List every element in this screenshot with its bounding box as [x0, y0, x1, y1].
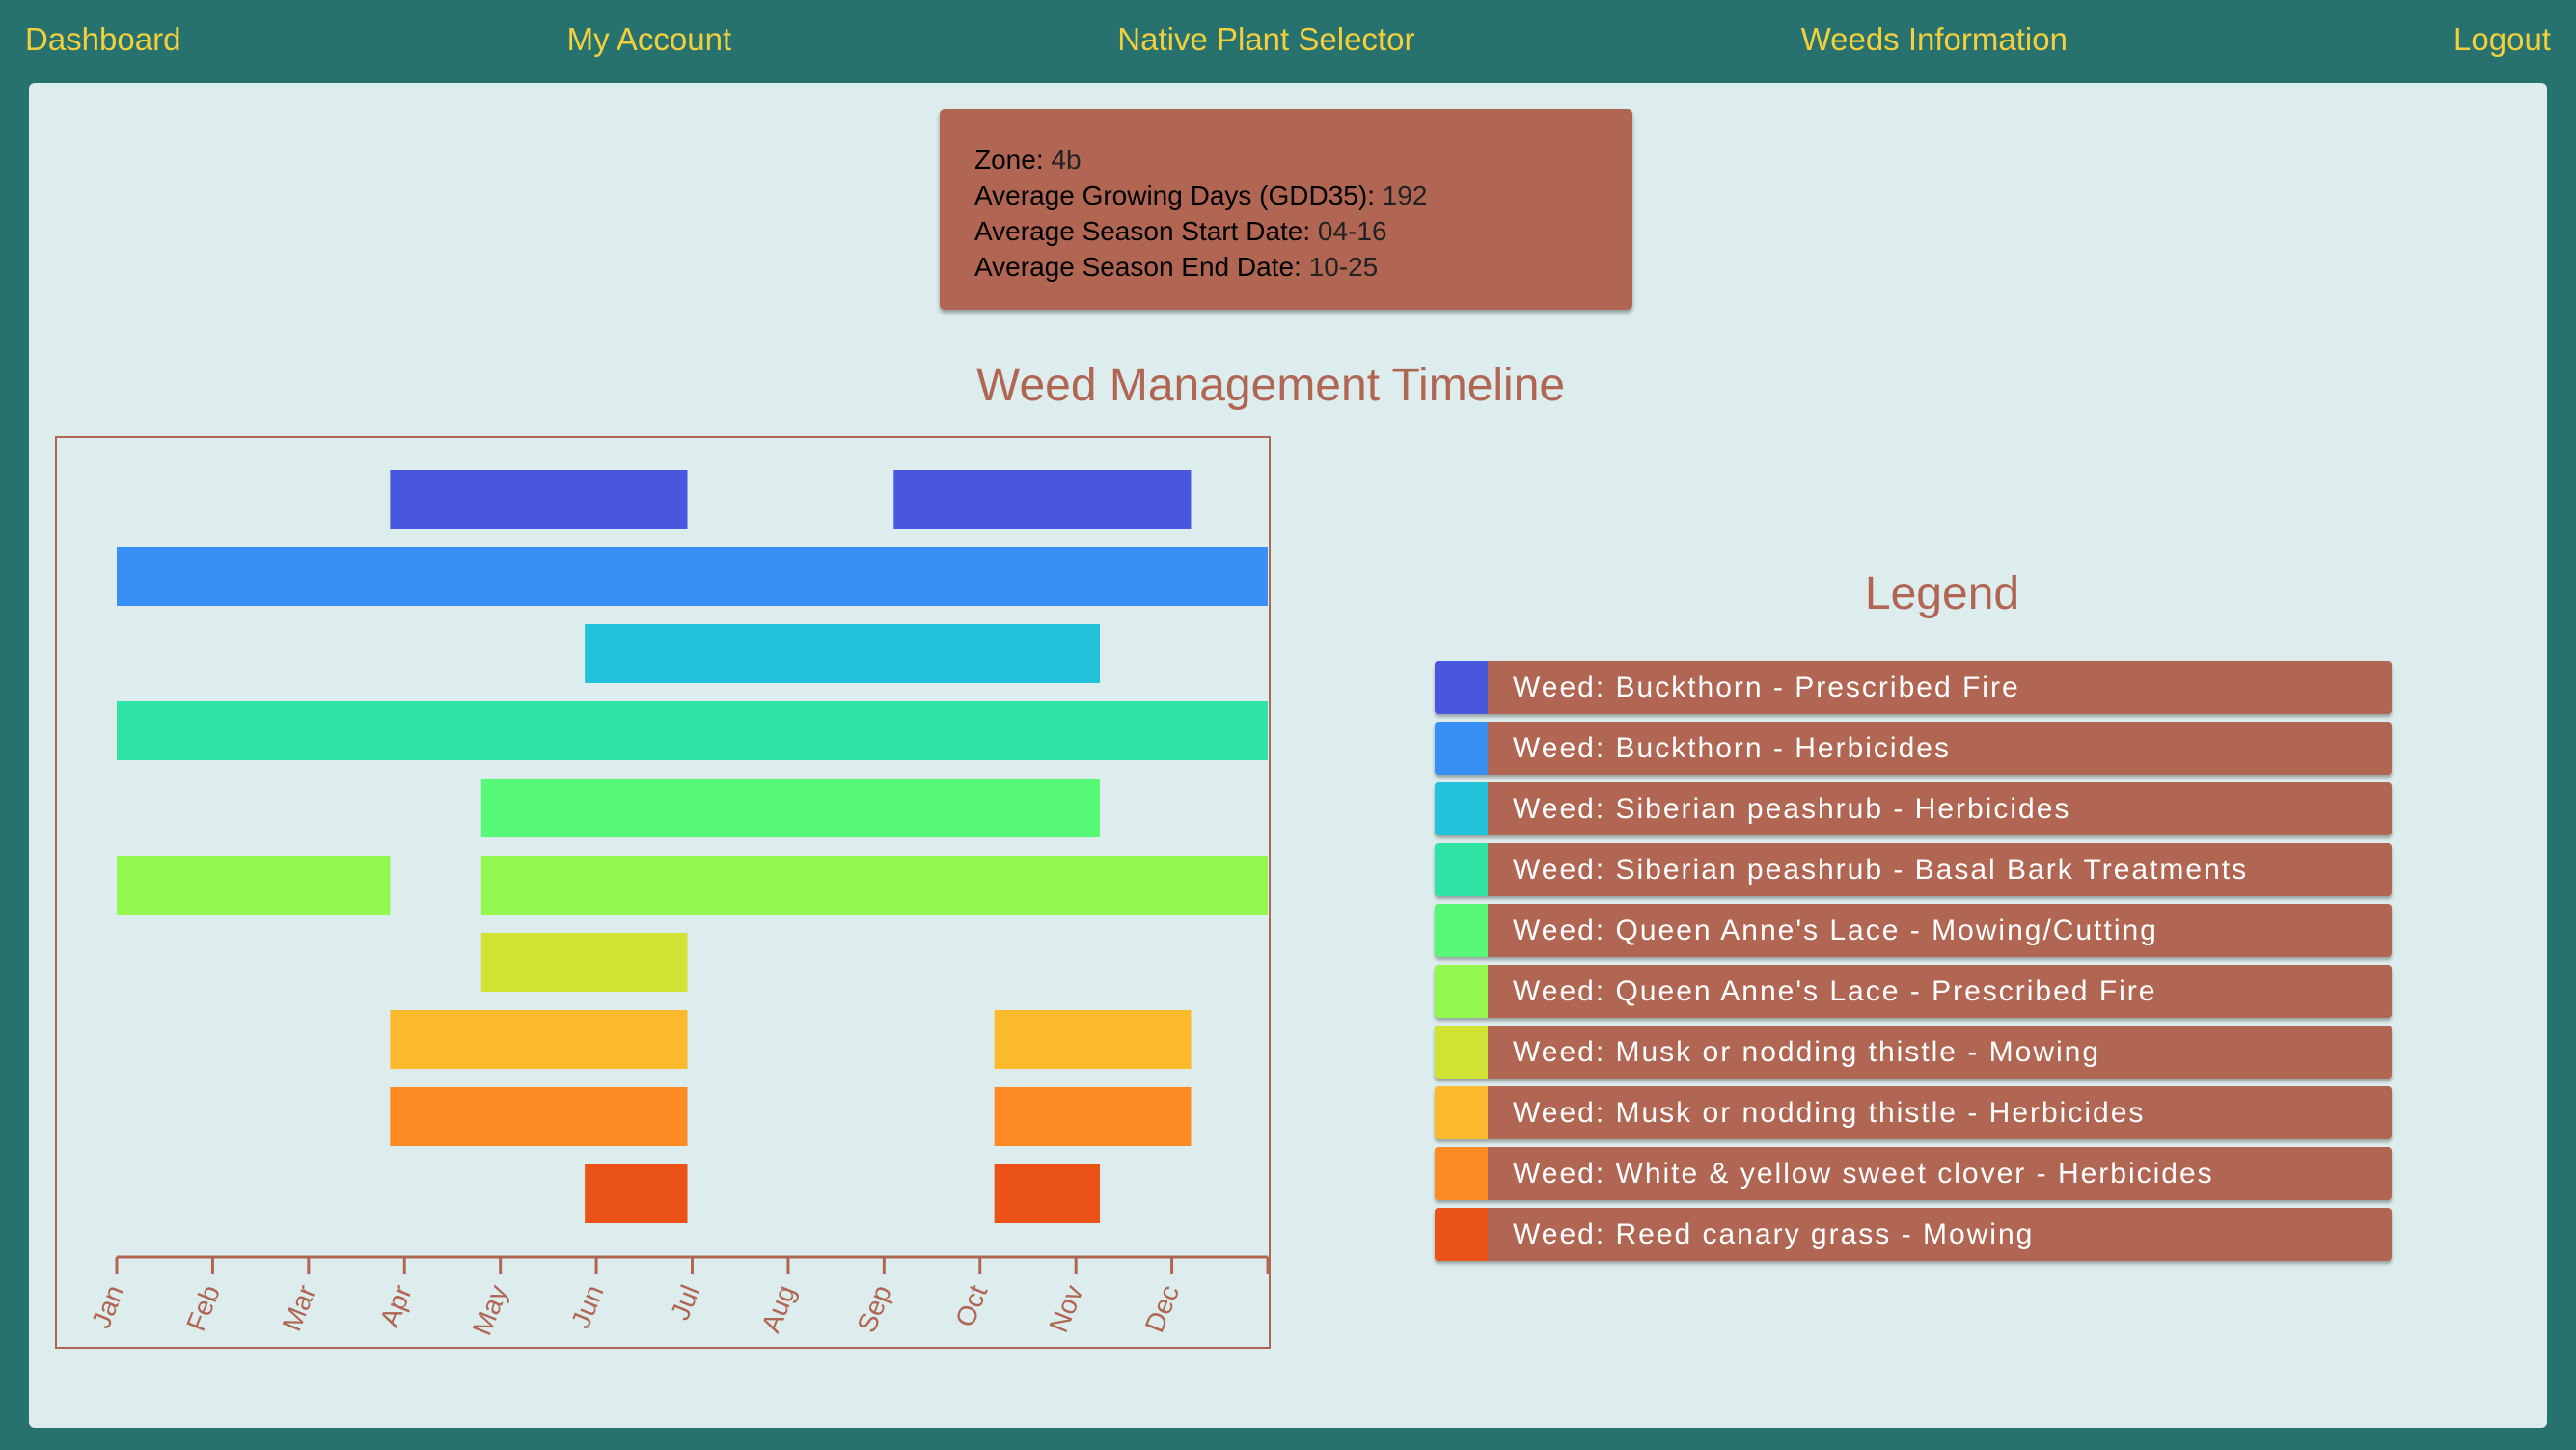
- x-tick-label: Jan: [86, 1281, 130, 1332]
- timeline-bar: [390, 1087, 688, 1146]
- legend-label: Weed: Musk or nodding thistle - Herbicid…: [1513, 1096, 2146, 1129]
- nav-dashboard[interactable]: Dashboard: [25, 21, 180, 58]
- chart-bars: [117, 470, 1268, 1223]
- nav-logout[interactable]: Logout: [2453, 21, 2551, 58]
- season-end-value: 10-25: [1308, 252, 1379, 282]
- x-tick-label: Dec: [1139, 1281, 1185, 1337]
- x-tick-label: Jul: [665, 1281, 705, 1325]
- season-start-value: 04-16: [1317, 216, 1387, 246]
- legend-swatch: [1435, 843, 1488, 896]
- x-tick-label: Aug: [755, 1281, 801, 1337]
- x-tick-label: Nov: [1043, 1281, 1088, 1337]
- legend-label: Weed: Buckthorn - Herbicides: [1513, 731, 1951, 764]
- zone-row: Zone: 4b: [974, 142, 1598, 178]
- x-tick-label: Feb: [180, 1281, 226, 1335]
- x-tick-label: Mar: [277, 1281, 322, 1335]
- timeline-bar: [480, 933, 688, 992]
- x-axis: Jan Feb Mar Apr May Jun Jul Aug Sep Oct Nov Dec: [86, 1255, 1270, 1340]
- timeline-bar: [893, 470, 1192, 529]
- gdd-row: Average Growing Days (GDD35): 192: [974, 178, 1598, 213]
- legend-title: Legend: [1864, 568, 2020, 619]
- nav-weeds-information[interactable]: Weeds Information: [1801, 21, 2068, 58]
- timeline-chart: Jan Feb Mar Apr May Jun Jul Aug Sep Oct Nov Dec: [55, 436, 1271, 1349]
- legend-swatch: [1435, 904, 1488, 957]
- legend-item[interactable]: Weed: White & yellow sweet clover - Herb…: [1435, 1147, 2392, 1200]
- timeline-bar: [117, 547, 1268, 606]
- legend-item[interactable]: Weed: Queen Anne's Lace - Mowing/Cutting: [1435, 904, 2392, 957]
- legend-swatch: [1435, 1026, 1488, 1079]
- timeline-bar: [994, 1010, 1192, 1069]
- timeline-bar: [994, 1087, 1192, 1146]
- x-tick-label: Sep: [851, 1281, 896, 1337]
- zone-value: 4b: [1051, 145, 1082, 175]
- timeline-bar: [585, 624, 1101, 683]
- x-tick-label: Apr: [374, 1281, 418, 1331]
- zone-info-card: Zone: 4b Average Growing Days (GDD35): 1…: [940, 109, 1632, 310]
- legend-item[interactable]: Weed: Buckthorn - Prescribed Fire: [1435, 661, 2392, 714]
- legend-item[interactable]: Weed: Buckthorn - Herbicides: [1435, 722, 2392, 775]
- season-end-label: Average Season End Date:: [974, 252, 1302, 282]
- x-tick-label: May: [467, 1281, 514, 1340]
- legend-swatch: [1435, 965, 1488, 1018]
- legend-item[interactable]: Weed: Musk or nodding thistle - Mowing: [1435, 1026, 2392, 1079]
- chart-title: Weed Management Timeline: [976, 360, 1566, 411]
- timeline-bar: [390, 470, 688, 529]
- legend-swatch: [1435, 1086, 1488, 1139]
- legend-swatch: [1435, 782, 1488, 835]
- legend-label: Weed: Siberian peashrub - Basal Bark Tre…: [1513, 853, 2249, 886]
- timeline-bar: [585, 1164, 688, 1223]
- legend-list: Weed: Buckthorn - Prescribed Fire Weed: B…: [1435, 661, 2392, 1269]
- gdd-value: 192: [1382, 180, 1428, 210]
- legend-swatch: [1435, 1147, 1488, 1200]
- timeline-bar: [480, 779, 1101, 837]
- legend-label: Weed: White & yellow sweet clover - Herb…: [1513, 1157, 2214, 1190]
- nav-my-account[interactable]: My Account: [567, 21, 732, 58]
- legend-label: Weed: Siberian peashrub - Herbicides: [1513, 792, 2071, 825]
- legend-item[interactable]: Weed: Siberian peashrub - Basal Bark Tre…: [1435, 843, 2392, 896]
- zone-label: Zone:: [974, 145, 1044, 175]
- legend-label: Weed: Queen Anne's Lace - Prescribed Fir…: [1513, 974, 2157, 1007]
- main-panel: Zone: 4b Average Growing Days (GDD35): 1…: [29, 83, 2547, 1428]
- season-start-row: Average Season Start Date: 04-16: [974, 213, 1598, 249]
- legend-label: Weed: Musk or nodding thistle - Mowing: [1513, 1035, 2101, 1068]
- gdd-label: Average Growing Days (GDD35):: [974, 180, 1375, 210]
- timeline-bar: [117, 701, 1268, 760]
- season-start-label: Average Season Start Date:: [974, 216, 1311, 246]
- nav-native-plant-selector[interactable]: Native Plant Selector: [1117, 21, 1414, 58]
- legend-swatch: [1435, 722, 1488, 775]
- legend-item[interactable]: Weed: Queen Anne's Lace - Prescribed Fir…: [1435, 965, 2392, 1018]
- legend-item[interactable]: Weed: Siberian peashrub - Herbicides: [1435, 782, 2392, 835]
- timeline-bar: [994, 1164, 1101, 1223]
- top-nav: Dashboard My Account Native Plant Select…: [0, 0, 2576, 79]
- x-tick-label: Jun: [565, 1281, 610, 1332]
- timeline-bar: [480, 856, 1268, 915]
- x-tick-label: Oct: [949, 1280, 993, 1330]
- legend-item[interactable]: Weed: Musk or nodding thistle - Herbicid…: [1435, 1086, 2392, 1139]
- legend-item[interactable]: Weed: Reed canary grass - Mowing: [1435, 1208, 2392, 1261]
- legend-label: Weed: Queen Anne's Lace - Mowing/Cutting: [1513, 914, 2158, 946]
- season-end-row: Average Season End Date: 10-25: [974, 249, 1598, 285]
- legend-swatch: [1435, 1208, 1488, 1261]
- legend-label: Weed: Buckthorn - Prescribed Fire: [1513, 670, 2020, 703]
- timeline-bar: [117, 856, 391, 915]
- timeline-bar: [390, 1010, 688, 1069]
- legend-swatch: [1435, 661, 1488, 714]
- legend-label: Weed: Reed canary grass - Mowing: [1513, 1217, 2035, 1250]
